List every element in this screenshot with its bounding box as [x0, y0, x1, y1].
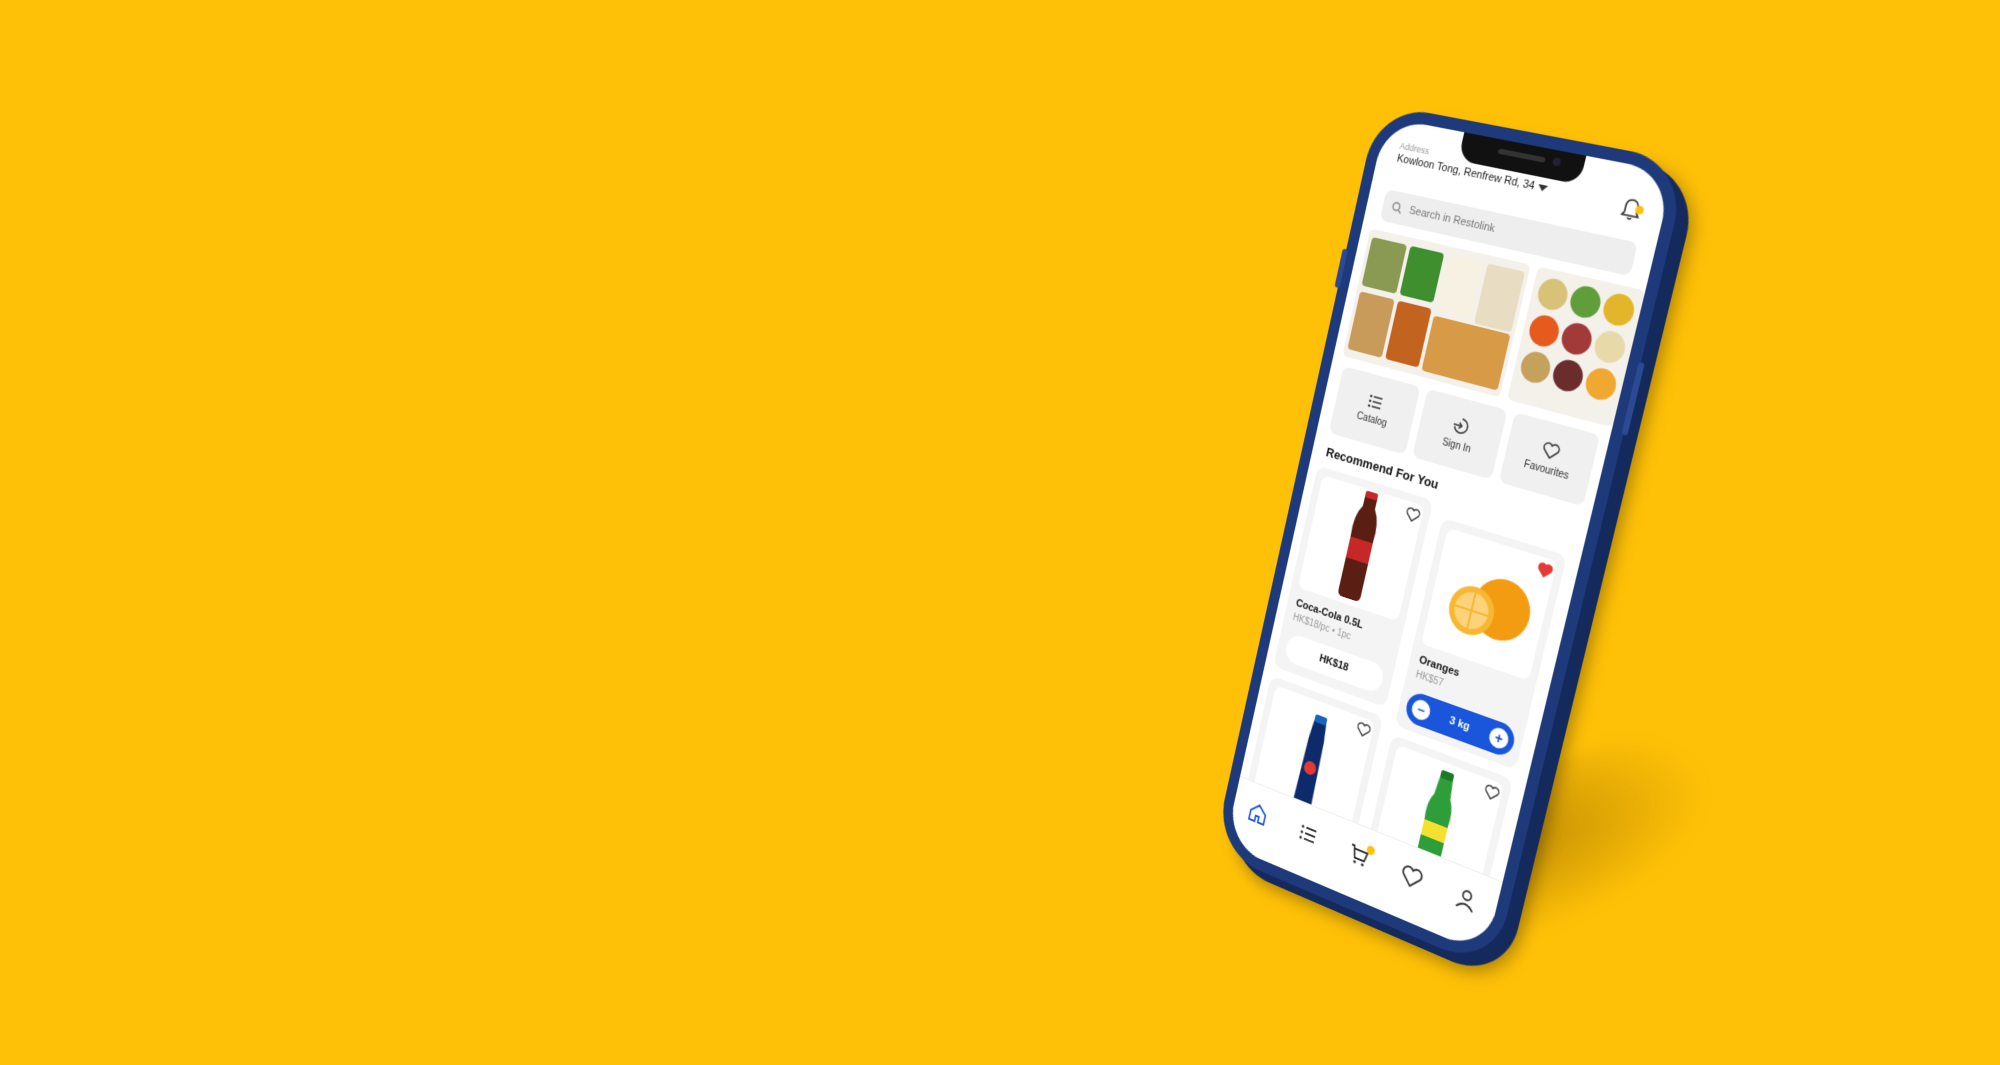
tab-catalog[interactable] — [1295, 819, 1322, 852]
product-image — [1421, 528, 1557, 681]
food-tile — [1583, 365, 1620, 403]
home-icon — [1246, 799, 1270, 829]
tab-cart[interactable] — [1346, 840, 1374, 873]
food-tile — [1567, 283, 1603, 321]
caret-down-icon — [1538, 184, 1549, 192]
heart-icon — [1540, 440, 1561, 461]
profile-icon — [1453, 884, 1480, 916]
oranges-image — [1421, 528, 1557, 681]
catalog-icon — [1295, 819, 1320, 849]
sign-in-button[interactable]: Sign In — [1412, 389, 1508, 480]
food-tile — [1559, 320, 1595, 358]
plus-button[interactable]: + — [1487, 725, 1510, 751]
cart-icon — [1346, 840, 1372, 871]
sign-in-icon — [1451, 414, 1471, 436]
speaker — [1498, 148, 1546, 162]
food-tile — [1474, 263, 1525, 332]
food-tile — [1526, 312, 1562, 349]
favourites-label: Favourites — [1523, 458, 1570, 482]
food-tile — [1591, 328, 1628, 366]
cola-bottle-image — [1298, 475, 1425, 621]
tab-home[interactable] — [1245, 799, 1271, 831]
food-tile — [1362, 237, 1408, 294]
food-tile — [1518, 349, 1553, 387]
camera — [1552, 157, 1562, 167]
tab-favourites[interactable] — [1398, 861, 1427, 895]
catalog-label: Catalog — [1356, 410, 1388, 429]
food-tile — [1600, 291, 1637, 329]
banner-meal-prep[interactable] — [1342, 228, 1530, 397]
notification-button[interactable] — [1619, 196, 1644, 223]
quantity-value: 3 kg — [1448, 715, 1471, 734]
favourites-button[interactable]: Favourites — [1499, 412, 1600, 506]
product-image — [1298, 475, 1425, 621]
minus-button[interactable]: − — [1410, 697, 1432, 723]
search-icon — [1390, 201, 1403, 215]
list-icon — [1367, 393, 1384, 410]
food-tile — [1535, 276, 1571, 313]
notification-badge — [1634, 205, 1644, 215]
stage: Address Kowloon Tong, Renfrew Rd, 34 Sea… — [0, 0, 2000, 1065]
food-tile — [1550, 357, 1586, 395]
heart-icon — [1399, 861, 1425, 892]
catalog-button[interactable]: Catalog — [1329, 366, 1420, 455]
tab-profile[interactable] — [1453, 884, 1483, 919]
sign-in-label: Sign In — [1441, 436, 1472, 455]
